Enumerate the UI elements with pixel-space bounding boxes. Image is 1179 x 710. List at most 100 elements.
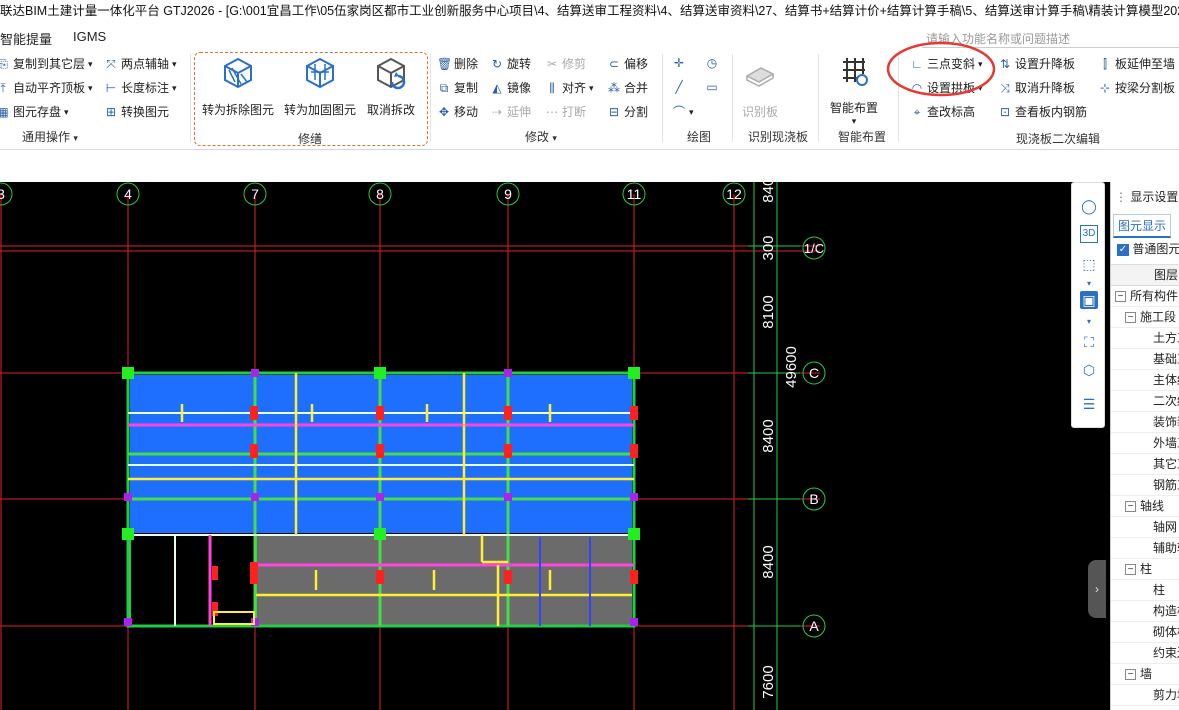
merge-button[interactable]: ⁂ 合并 (607, 80, 648, 96)
solid-cube-icon[interactable]: ▣ (1080, 291, 1098, 309)
break-button[interactable]: ⋯ 打断 (545, 104, 586, 120)
tree-item[interactable]: 主体结 (1111, 370, 1179, 391)
extend-icon: ⇢ (491, 105, 503, 119)
tree-item-axis[interactable]: − 轴线 (1111, 496, 1179, 517)
smart-layout-button[interactable]: 智能布置 ▾ (826, 54, 882, 127)
align-icon: ⫼ (549, 81, 555, 95)
panel-title: ⋮ 显示设置 (1115, 190, 1179, 204)
tree-item[interactable]: 其它工 (1111, 454, 1179, 475)
normal-element-checkbox[interactable]: ✓ 普通图元 (1117, 240, 1179, 257)
delete-button[interactable]: 🗑 删除 (437, 56, 478, 72)
align-button[interactable]: ⫼ 对齐 ▾ (545, 80, 593, 96)
tree-item[interactable]: 剪力墙 (1111, 685, 1179, 706)
cancel-raise-icon: ⤨ (1000, 81, 1010, 95)
tree-item[interactable]: 柱 (1111, 580, 1179, 601)
drawing-canvas[interactable]: 3 4 7 8 9 11 12 1/C C B A 8400 300 8100 … (0, 182, 1110, 710)
tab-igms[interactable]: IGMS (73, 29, 106, 44)
check-elevation-button[interactable]: ⌖ 查改标高 (910, 104, 975, 120)
tree-item[interactable]: 装饰装 (1111, 412, 1179, 433)
dim-8400-a: 8400 (760, 545, 777, 578)
tree-item-wall[interactable]: − 墙 (1111, 664, 1179, 685)
move-icon: ✥ (438, 105, 450, 119)
draw-line-button[interactable]: ╱ (672, 80, 686, 94)
demolish-cube-icon (224, 57, 252, 89)
cancel-renovation-button[interactable]: 取消拆改 (362, 56, 420, 118)
tree-item[interactable]: 约束边 (1111, 643, 1179, 664)
axis-label-7: 7 (251, 186, 259, 202)
axis-icon: ⤧ (106, 57, 116, 71)
split-by-beam-button[interactable]: ⊹ 按梁分割板 (1098, 80, 1175, 96)
tree-item[interactable]: 钢筋工 (1111, 475, 1179, 496)
reinforce-cube-icon (306, 57, 334, 89)
split-beam-icon: ⊹ (1099, 81, 1111, 95)
identify-slab-icon (745, 67, 775, 87)
draw-point-button[interactable]: ✛ (672, 56, 686, 70)
extend-slab-wall-button[interactable]: ⫿ 板延伸至墙 (1098, 56, 1175, 72)
cancel-raised-slab-button[interactable]: ⤨ 取消升降板 (998, 80, 1075, 96)
axis-label-12: 12 (726, 186, 742, 202)
tree-item[interactable]: 砌体柱 (1111, 622, 1179, 643)
split-icon: ⊟ (608, 105, 620, 119)
floor-plan[interactable]: 3 4 7 8 9 11 12 1/C C B A 8400 300 8100 … (0, 182, 1110, 710)
tree-item-construction[interactable]: − 施工段 (1111, 307, 1179, 328)
draw-arc-button[interactable]: ⌒ ▾ (672, 104, 694, 120)
display-settings-icon[interactable]: ☰ (1077, 393, 1101, 415)
identify-slab-button[interactable]: 识别板 (738, 56, 782, 120)
convert-demolish-button[interactable]: 转为拆除图元 (200, 56, 276, 118)
cube-view-icon[interactable]: ⬚ (1077, 253, 1101, 275)
split-button[interactable]: ⊟ 分割 (607, 104, 648, 120)
trim-button[interactable]: ✂ 修剪 (545, 56, 586, 72)
cancel-renovation-icon (377, 57, 406, 90)
tab-element-display[interactable]: 图元显示 (1113, 214, 1172, 238)
element-view-icon[interactable]: ⬡ (1077, 359, 1101, 381)
arc-icon: ⌒ (672, 105, 685, 119)
move-button[interactable]: ✥ 移动 (437, 104, 478, 120)
divider (818, 54, 819, 142)
dynamic-view-icon[interactable]: ◯ (1077, 195, 1101, 217)
display-settings-panel: ⋮ 显示设置 图元显示 ✓ 普通图元 图层 −所有构件 −施工段 土方工 基础工… (1110, 182, 1179, 710)
offset-button[interactable]: ⊂ 偏移 (607, 56, 648, 72)
convert-icon: ⊞ (105, 105, 117, 119)
tree-item[interactable]: 轴网 (1111, 517, 1179, 538)
panel-collapse-handle[interactable]: › (1088, 560, 1106, 618)
axis-label-11: 11 (627, 186, 642, 202)
draw-circle-button[interactable]: ◷ (705, 56, 719, 70)
view-slab-rebar-button[interactable]: ⊡ 查看板内钢筋 (998, 104, 1087, 120)
line-icon: ╱ (675, 80, 683, 94)
group-slab-edit-label: 现浇板二次编辑 (1016, 132, 1101, 146)
auto-align-slab-button[interactable]: ⤒ 自动平齐顶板 ▾ (0, 80, 92, 96)
group-general-label: 通用操作 ▾ (22, 130, 78, 144)
copy-to-floor-button[interactable]: ⎘ 复制到其它层 ▾ (0, 56, 93, 72)
mirror-button[interactable]: ◭ 镜像 (490, 80, 531, 96)
3d-view-icon[interactable]: 3D (1080, 225, 1098, 243)
two-point-axis-button[interactable]: ⤧ 两点辅轴 ▾ (104, 56, 176, 72)
extend-button[interactable]: ⇢ 延伸 (490, 104, 531, 120)
checkbox-checked-icon: ✓ (1117, 243, 1129, 256)
tree-item-column[interactable]: − 柱 (1111, 559, 1179, 580)
tree-item[interactable]: 构造柱 (1111, 601, 1179, 622)
tree-item[interactable]: 辅助轴 (1111, 538, 1179, 559)
axis-label-b: B (809, 491, 818, 507)
length-dimension-button[interactable]: ⊢ 长度标注 ▾ (104, 80, 177, 96)
set-raised-slab-button[interactable]: ⇅ 设置升降板 (998, 56, 1075, 72)
tree-item[interactable]: 土方工 (1111, 328, 1179, 349)
tree-item[interactable]: 二次结 (1111, 391, 1179, 412)
fit-view-icon[interactable]: ⛶ (1077, 331, 1101, 353)
group-draw-label: 绘图 (687, 130, 712, 144)
draw-rect-button[interactable]: ▭ (705, 80, 719, 94)
copy-button[interactable]: ⧉ 复制 (437, 80, 478, 96)
divider (732, 54, 733, 142)
divider (662, 54, 663, 142)
save-element-button[interactable]: ▦ 图元存盘 ▾ (0, 104, 69, 120)
convert-element-button[interactable]: ⊞ 转换图元 (104, 104, 169, 120)
slab-gray-area[interactable] (256, 535, 632, 626)
tree-item[interactable]: 外墙工 (1111, 433, 1179, 454)
tree-item-all[interactable]: − 所有构件 (1111, 286, 1179, 307)
toolbar-spacer (0, 150, 1179, 182)
tree-item[interactable]: 基础工 (1111, 349, 1179, 370)
rotate-button[interactable]: ↻ 旋转 (490, 56, 531, 72)
convert-reinforce-button[interactable]: 转为加固图元 (282, 56, 358, 118)
break-icon: ⋯ (546, 105, 558, 119)
dim-8400-top: 8400 (760, 182, 777, 203)
tab-smart-quantity[interactable]: 智能提量 (0, 29, 52, 48)
